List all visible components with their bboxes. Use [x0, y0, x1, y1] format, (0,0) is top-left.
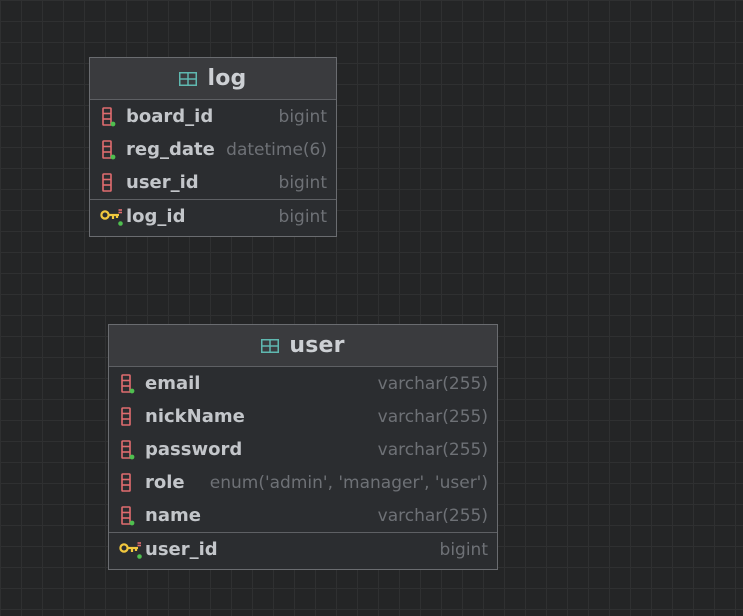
column-icon: [102, 172, 112, 192]
column-row[interactable]: user_id bigint: [90, 166, 336, 199]
column-name: user_id: [145, 539, 218, 560]
diagram-canvas[interactable]: log board_id bigint reg_date datetime(6) use…: [0, 0, 743, 616]
column-not-null-icon: [121, 439, 135, 459]
table-header[interactable]: user: [109, 325, 497, 367]
table-log[interactable]: log board_id bigint reg_date datetime(6) use…: [89, 57, 337, 237]
column-row[interactable]: nickName varchar(255): [109, 400, 497, 433]
column-row[interactable]: password varchar(255): [109, 433, 497, 466]
column-not-null-icon: [102, 139, 116, 159]
column-row[interactable]: board_id bigint: [90, 100, 336, 133]
primary-key-icon: [100, 208, 123, 226]
column-name: reg_date: [126, 139, 215, 160]
column-name: email: [145, 373, 201, 394]
column-type: datetime(6): [226, 139, 327, 160]
column-type: bigint: [278, 172, 327, 193]
primary-key-icon: [119, 541, 142, 559]
column-row[interactable]: reg_date datetime(6): [90, 133, 336, 166]
column-name: role: [145, 472, 185, 493]
column-type: varchar(255): [377, 373, 488, 394]
column-type: varchar(255): [377, 406, 488, 427]
table-title: user: [289, 333, 345, 358]
column-row[interactable]: email varchar(255): [109, 367, 497, 400]
keys-section: user_id bigint: [109, 532, 497, 566]
columns-section: board_id bigint reg_date datetime(6) user_id…: [90, 100, 336, 199]
column-type: bigint: [278, 206, 327, 227]
column-not-null-icon: [121, 505, 135, 525]
column-name: board_id: [126, 106, 214, 127]
column-name: name: [145, 505, 201, 526]
column-type: varchar(255): [377, 505, 488, 526]
column-row[interactable]: log_id bigint: [90, 200, 336, 233]
column-type: bigint: [439, 539, 488, 560]
column-icon: [121, 406, 131, 426]
columns-section: email varchar(255) nickName varchar(255) pas…: [109, 367, 497, 532]
table-header[interactable]: log: [90, 58, 336, 100]
column-type: enum('admin', 'manager', 'user'): [209, 472, 488, 493]
column-name: user_id: [126, 172, 199, 193]
column-name: nickName: [145, 406, 245, 427]
column-not-null-icon: [121, 373, 135, 393]
table-title: log: [207, 66, 247, 91]
column-type: bigint: [278, 106, 327, 127]
table-user[interactable]: user email varchar(255) nickName varchar(25…: [108, 324, 498, 570]
column-name: password: [145, 439, 243, 460]
column-row[interactable]: name varchar(255): [109, 499, 497, 532]
keys-section: log_id bigint: [90, 199, 336, 233]
table-icon: [261, 338, 280, 353]
column-row[interactable]: user_id bigint: [109, 533, 497, 566]
column-type: varchar(255): [377, 439, 488, 460]
column-not-null-icon: [102, 106, 116, 126]
column-name: log_id: [126, 206, 186, 227]
column-row[interactable]: role enum('admin', 'manager', 'user'): [109, 466, 497, 499]
column-icon: [121, 472, 131, 492]
table-icon: [179, 71, 198, 86]
